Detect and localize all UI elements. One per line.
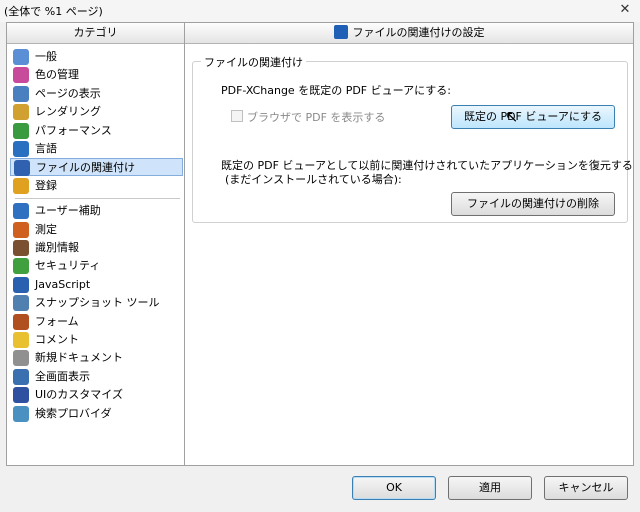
settings-header-title: ファイルの関連付けの設定 [352, 26, 485, 39]
ok-button[interactable]: OK [352, 476, 436, 500]
category-item[interactable]: UIのカスタマイズ [13, 386, 183, 404]
category-label: ファイルの関連付け [36, 161, 135, 175]
category-item[interactable]: 一般 [13, 48, 183, 66]
apply-button[interactable]: 適用 [448, 476, 532, 500]
ui-customize-icon [13, 387, 29, 404]
category-label: 一般 [35, 50, 57, 63]
category-item[interactable]: JavaScript [13, 276, 183, 294]
category-list: 一般色の管理ページの表示 レンダリング パフォーマンス 言語ファイルの関連付け 登録ユー… [7, 44, 184, 465]
category-label: 言語 [35, 142, 57, 155]
new-document-icon [13, 350, 29, 367]
rendering-icon [13, 104, 29, 121]
comment-icon [13, 332, 29, 348]
general-icon [13, 49, 29, 65]
category-label: 検索プロバイダ [35, 406, 112, 420]
file-association-icon [14, 160, 30, 177]
category-item[interactable]: 色の管理 [13, 66, 183, 84]
search-provider-icon [13, 405, 29, 422]
category-label: 色の管理 [35, 68, 79, 82]
javascript-icon [13, 276, 29, 293]
category-item[interactable]: 識別情報 [13, 239, 183, 257]
settings-header: ファイルの関連付けの設定 [185, 23, 633, 44]
category-label: 全画面表示 [35, 369, 90, 383]
window-title: (全体で %1 ページ) [4, 5, 103, 18]
category-item[interactable]: 全画面表示 [13, 368, 183, 386]
category-item[interactable]: コメント [13, 331, 183, 349]
category-item[interactable]: ファイルの関連付け [10, 158, 183, 177]
registration-icon [13, 177, 29, 194]
category-label: コメント [35, 333, 79, 346]
measure-icon [13, 221, 29, 238]
file-association-header-icon [333, 25, 348, 39]
default-viewer-text: PDF-XChange を既定の PDF ビューアにする: [221, 84, 451, 97]
file-association-group: ファイルの関連付け PDF-XChange を既定の PDF ビューアにする: … [192, 54, 633, 223]
category-item[interactable]: 測定 [13, 221, 183, 239]
category-item[interactable]: スナップショット ツール [13, 294, 183, 312]
category-label: 測定 [35, 222, 57, 236]
restore-text-line2: (まだインストールされている場合): [225, 173, 402, 186]
category-label: スナップショット ツール [35, 296, 160, 310]
category-label: セキュリティ [35, 259, 101, 273]
category-item[interactable]: ページの表示 [13, 85, 183, 103]
color-management-icon [13, 67, 29, 84]
language-icon [13, 141, 29, 157]
full-screen-icon [13, 368, 29, 385]
category-label: ページの表示 [35, 86, 101, 100]
identity-icon [13, 240, 29, 256]
browser-pdf-label: ブラウザで PDF を表示する [247, 111, 386, 124]
category-pane: カテゴリ 一般色の管理ページの表示 レンダリング パフォーマンス 言語ファイルの関連付… [7, 23, 185, 465]
category-item[interactable]: 検索プロバイダ [13, 405, 183, 423]
category-label: JavaScript [35, 277, 91, 291]
category-label: ユーザー補助 [35, 204, 101, 218]
snapshot-tool-icon [13, 295, 29, 312]
category-item[interactable]: 登録 [13, 177, 183, 195]
security-icon [13, 258, 29, 275]
category-label: 登録 [35, 178, 57, 192]
category-item[interactable]: 言語 [13, 140, 183, 158]
form-icon [13, 313, 29, 330]
browser-pdf-checkbox[interactable] [231, 110, 243, 122]
performance-icon [13, 122, 29, 139]
category-item[interactable]: セキュリティ [13, 257, 183, 275]
group-title: ファイルの関連付け [201, 54, 306, 70]
category-label: パフォーマンス [35, 123, 112, 137]
settings-pane: ファイルの関連付けの設定 ファイルの関連付け PDF-XChange を既定の … [185, 23, 633, 465]
accessibility-icon [13, 203, 29, 220]
dialog-frame: カテゴリ 一般 色の管理 ページの表示 レンダリング パフォーマンス 言語 ファイルの関連付… [6, 22, 634, 466]
page-display-icon [13, 85, 29, 102]
category-item[interactable]: フォーム [13, 313, 183, 331]
category-label: フォーム [35, 314, 79, 328]
category-label: レンダリング [35, 105, 101, 119]
category-label: 新規ドキュメント [35, 351, 123, 365]
category-label: 識別情報 [35, 241, 79, 254]
category-item[interactable]: パフォーマンス [13, 122, 183, 140]
category-item[interactable]: ユーザー補助 [13, 202, 183, 220]
category-label: UIのカスタマイズ [35, 388, 123, 402]
close-icon[interactable]: ✕ [618, 3, 632, 17]
category-separator [15, 198, 180, 200]
category-item[interactable]: レンダリング [13, 103, 183, 121]
category-item[interactable]: 新規ドキュメント [13, 349, 183, 367]
remove-file-association-button[interactable]: ファイルの関連付けの削除 [451, 192, 615, 216]
mouse-cursor-icon: ↖ [505, 107, 519, 126]
title-bar: (全体で %1 ページ) ✕ [0, 0, 640, 22]
set-default-viewer-button[interactable]: 既定の PDF ビューアにする [451, 105, 615, 129]
category-header: カテゴリ [7, 23, 184, 44]
cancel-button[interactable]: キャンセル [544, 476, 628, 500]
